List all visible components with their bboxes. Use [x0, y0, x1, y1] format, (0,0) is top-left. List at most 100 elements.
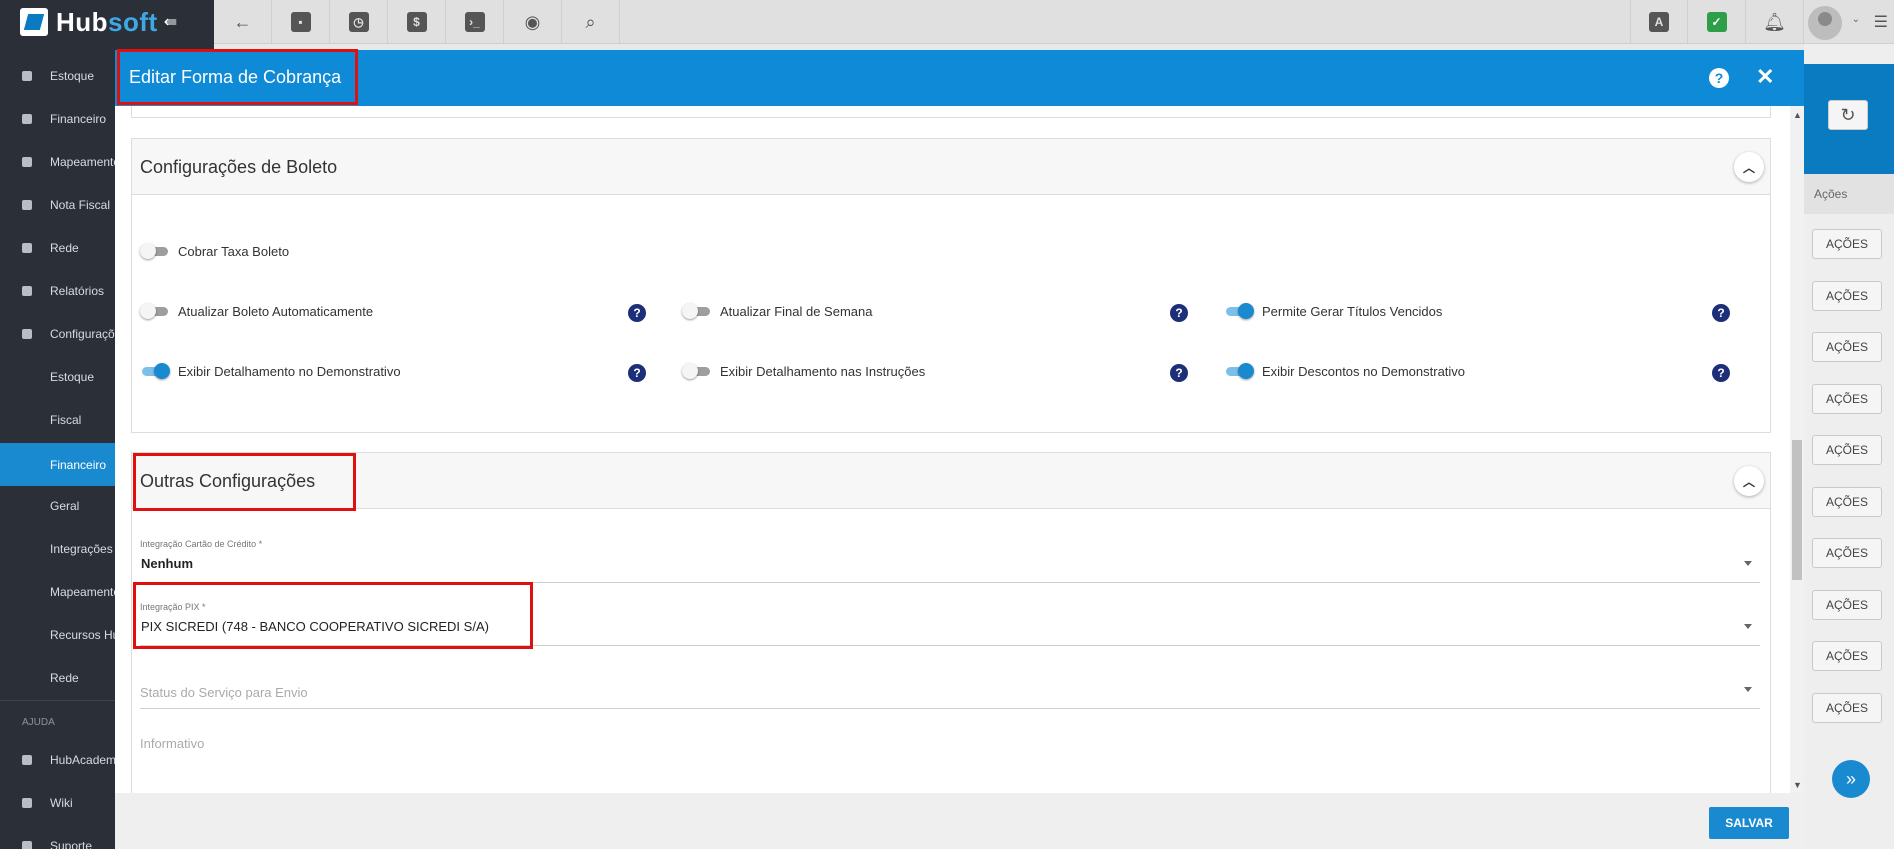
- avatar-chevron-down-icon[interactable]: ⌄: [1852, 14, 1860, 25]
- toggle-switch[interactable]: [682, 303, 712, 319]
- dropdown-caret-icon: [1744, 624, 1752, 629]
- toggle-cobrar-taxa-boleto[interactable]: Cobrar Taxa Boleto: [140, 243, 289, 259]
- top-bar: Hubsoft ⇚ ← ▪ ◷ $ ›_ ◉ ⌕ A ✓ 🔔︎ ⌄ ☰: [0, 0, 1894, 44]
- help-icon[interactable]: ?: [1709, 68, 1729, 88]
- money-icon: [22, 114, 32, 124]
- previous-panel-bottom: [131, 106, 1771, 118]
- help-question-icon[interactable]: ?: [628, 364, 646, 382]
- actions-button[interactable]: AÇÕES: [1812, 332, 1882, 362]
- logo-text: Hubsoft: [56, 6, 158, 37]
- search-icon: ⌕: [585, 11, 596, 32]
- modal-footer: SALVAR: [115, 793, 1804, 849]
- help-section-label: AJUDA: [22, 717, 55, 728]
- hubsoft-logo-icon: [20, 8, 48, 36]
- back-arrow-icon: ←: [233, 11, 252, 32]
- save-button[interactable]: SALVAR: [1709, 807, 1789, 839]
- field-placeholder: Status do Serviço para Envio: [140, 685, 308, 700]
- toggle-switch[interactable]: [140, 243, 170, 259]
- boleto-panel-header[interactable]: Configurações de Boleto ︿: [132, 139, 1770, 195]
- wikipedia-icon: [22, 798, 32, 808]
- dollar-icon: $: [406, 12, 427, 32]
- scroll-bottom-button[interactable]: »: [1832, 760, 1870, 798]
- help-question-icon[interactable]: ?: [628, 304, 646, 322]
- refresh-button[interactable]: ↻: [1828, 100, 1868, 130]
- help-question-icon[interactable]: ?: [1712, 364, 1730, 382]
- document-icon: [22, 200, 32, 210]
- network-icon: [22, 243, 32, 253]
- dropdown-caret-icon: [1744, 687, 1752, 692]
- scroll-thumb[interactable]: [1792, 440, 1802, 580]
- scroll-up-icon[interactable]: ▲: [1793, 110, 1802, 120]
- collapse-boleto-button[interactable]: ︿: [1734, 152, 1764, 182]
- collapse-sidebar-icon[interactable]: ⇚: [164, 12, 177, 32]
- back-button[interactable]: ←: [214, 0, 272, 44]
- toggle-atualizar-final-semana[interactable]: Atualizar Final de Semana: [682, 303, 872, 319]
- chevron-up-icon: ︿: [1742, 474, 1755, 489]
- toggle-switch[interactable]: [682, 363, 712, 379]
- toggle-switch[interactable]: [1224, 303, 1254, 319]
- dropdown-caret-icon: [1744, 561, 1752, 566]
- menu-list-icon[interactable]: ☰: [1874, 12, 1888, 32]
- pdf-button[interactable]: A: [1630, 0, 1688, 44]
- toggle-switch[interactable]: [140, 303, 170, 319]
- tasks-button[interactable]: ✓: [1688, 0, 1746, 44]
- help-question-icon[interactable]: ?: [1712, 304, 1730, 322]
- toggle-exibir-descontos-demonstrativo[interactable]: Exibir Descontos no Demonstrativo: [1224, 363, 1465, 379]
- calendar-button[interactable]: ◷: [330, 0, 388, 44]
- support-icon: [22, 841, 32, 849]
- scroll-down-icon[interactable]: ▼: [1793, 780, 1802, 790]
- avatar[interactable]: [1808, 6, 1842, 40]
- actions-button[interactable]: AÇÕES: [1812, 435, 1882, 465]
- actions-button[interactable]: AÇÕES: [1812, 486, 1882, 517]
- collapse-other-button[interactable]: ︿: [1734, 466, 1764, 496]
- calendar-clock-icon: ◷: [348, 12, 369, 32]
- terminal-button[interactable]: ›_: [446, 0, 504, 44]
- service-status-select[interactable]: Status do Serviço para Envio: [140, 665, 1760, 709]
- gear-icon: [22, 329, 32, 339]
- contact-card-icon: ▪: [290, 12, 311, 32]
- boleto-settings-panel: Configurações de Boleto ︿ Cobrar Taxa Bo…: [131, 138, 1771, 433]
- bell-icon: 🔔︎: [1763, 11, 1786, 32]
- contacts-button[interactable]: ▪: [272, 0, 330, 44]
- help-question-icon[interactable]: ?: [1170, 304, 1188, 322]
- toggle-switch[interactable]: [140, 363, 170, 379]
- check-chat-icon: ✓: [1706, 12, 1727, 32]
- toggle-atualizar-boleto[interactable]: Atualizar Boleto Automaticamente: [140, 303, 373, 319]
- field-value: Nenhum: [141, 556, 193, 571]
- field-placeholder: Informativo: [140, 736, 205, 751]
- toggle-permite-titulos-vencidos[interactable]: Permite Gerar Títulos Vencidos: [1224, 303, 1442, 319]
- actions-button[interactable]: AÇÕES: [1812, 280, 1882, 311]
- modal-header: Editar Forma de Cobrança ? ✕: [115, 50, 1804, 106]
- informativo-field[interactable]: Informativo: [140, 728, 1760, 772]
- toggle-switch[interactable]: [1224, 363, 1254, 379]
- youtube-icon: [22, 755, 32, 765]
- box-icon: [22, 71, 32, 81]
- report-icon: [22, 286, 32, 296]
- notifications-button[interactable]: 🔔︎: [1746, 0, 1804, 44]
- chevron-up-icon: ︿: [1742, 160, 1755, 175]
- actions-button[interactable]: AÇÕES: [1812, 383, 1882, 414]
- credit-card-integration-select[interactable]: Integração Cartão de Crédito * Nenhum: [140, 539, 1760, 583]
- highlight-box-other-settings: [133, 453, 356, 511]
- actions-button[interactable]: AÇÕES: [1812, 589, 1882, 620]
- actions-button[interactable]: AÇÕES: [1812, 229, 1882, 259]
- logo[interactable]: Hubsoft ⇚: [0, 0, 214, 44]
- refresh-icon: ↻: [1840, 104, 1856, 125]
- double-chevron-right-icon: »: [1845, 768, 1856, 789]
- actions-button[interactable]: AÇÕES: [1812, 538, 1882, 568]
- toggle-exibir-detalhamento-instrucoes[interactable]: Exibir Detalhamento nas Instruções: [682, 363, 925, 379]
- field-label: Integração Cartão de Crédito *: [140, 539, 263, 549]
- modal-body[interactable]: Configurações de Boleto ︿ Cobrar Taxa Bo…: [115, 106, 1804, 793]
- modal-scrollbar[interactable]: ▲ ▼: [1790, 106, 1804, 793]
- background-page: ↻ Ações AÇÕES AÇÕES AÇÕES AÇÕES AÇÕES AÇÕES AÇ…: [1804, 44, 1894, 849]
- actions-button[interactable]: AÇÕES: [1812, 692, 1882, 723]
- help-question-icon[interactable]: ?: [1170, 364, 1188, 382]
- close-icon[interactable]: ✕: [1756, 64, 1774, 90]
- financial-button[interactable]: $: [388, 0, 446, 44]
- search-button[interactable]: ⌕: [562, 0, 620, 44]
- view-button[interactable]: ◉: [504, 0, 562, 44]
- eye-icon: ◉: [524, 11, 541, 32]
- actions-button[interactable]: AÇÕES: [1812, 641, 1882, 671]
- other-panel-header[interactable]: Outras Configurações ︿: [132, 453, 1770, 509]
- toggle-exibir-detalhamento-demonstrativo[interactable]: Exibir Detalhamento no Demonstrativo: [140, 363, 401, 379]
